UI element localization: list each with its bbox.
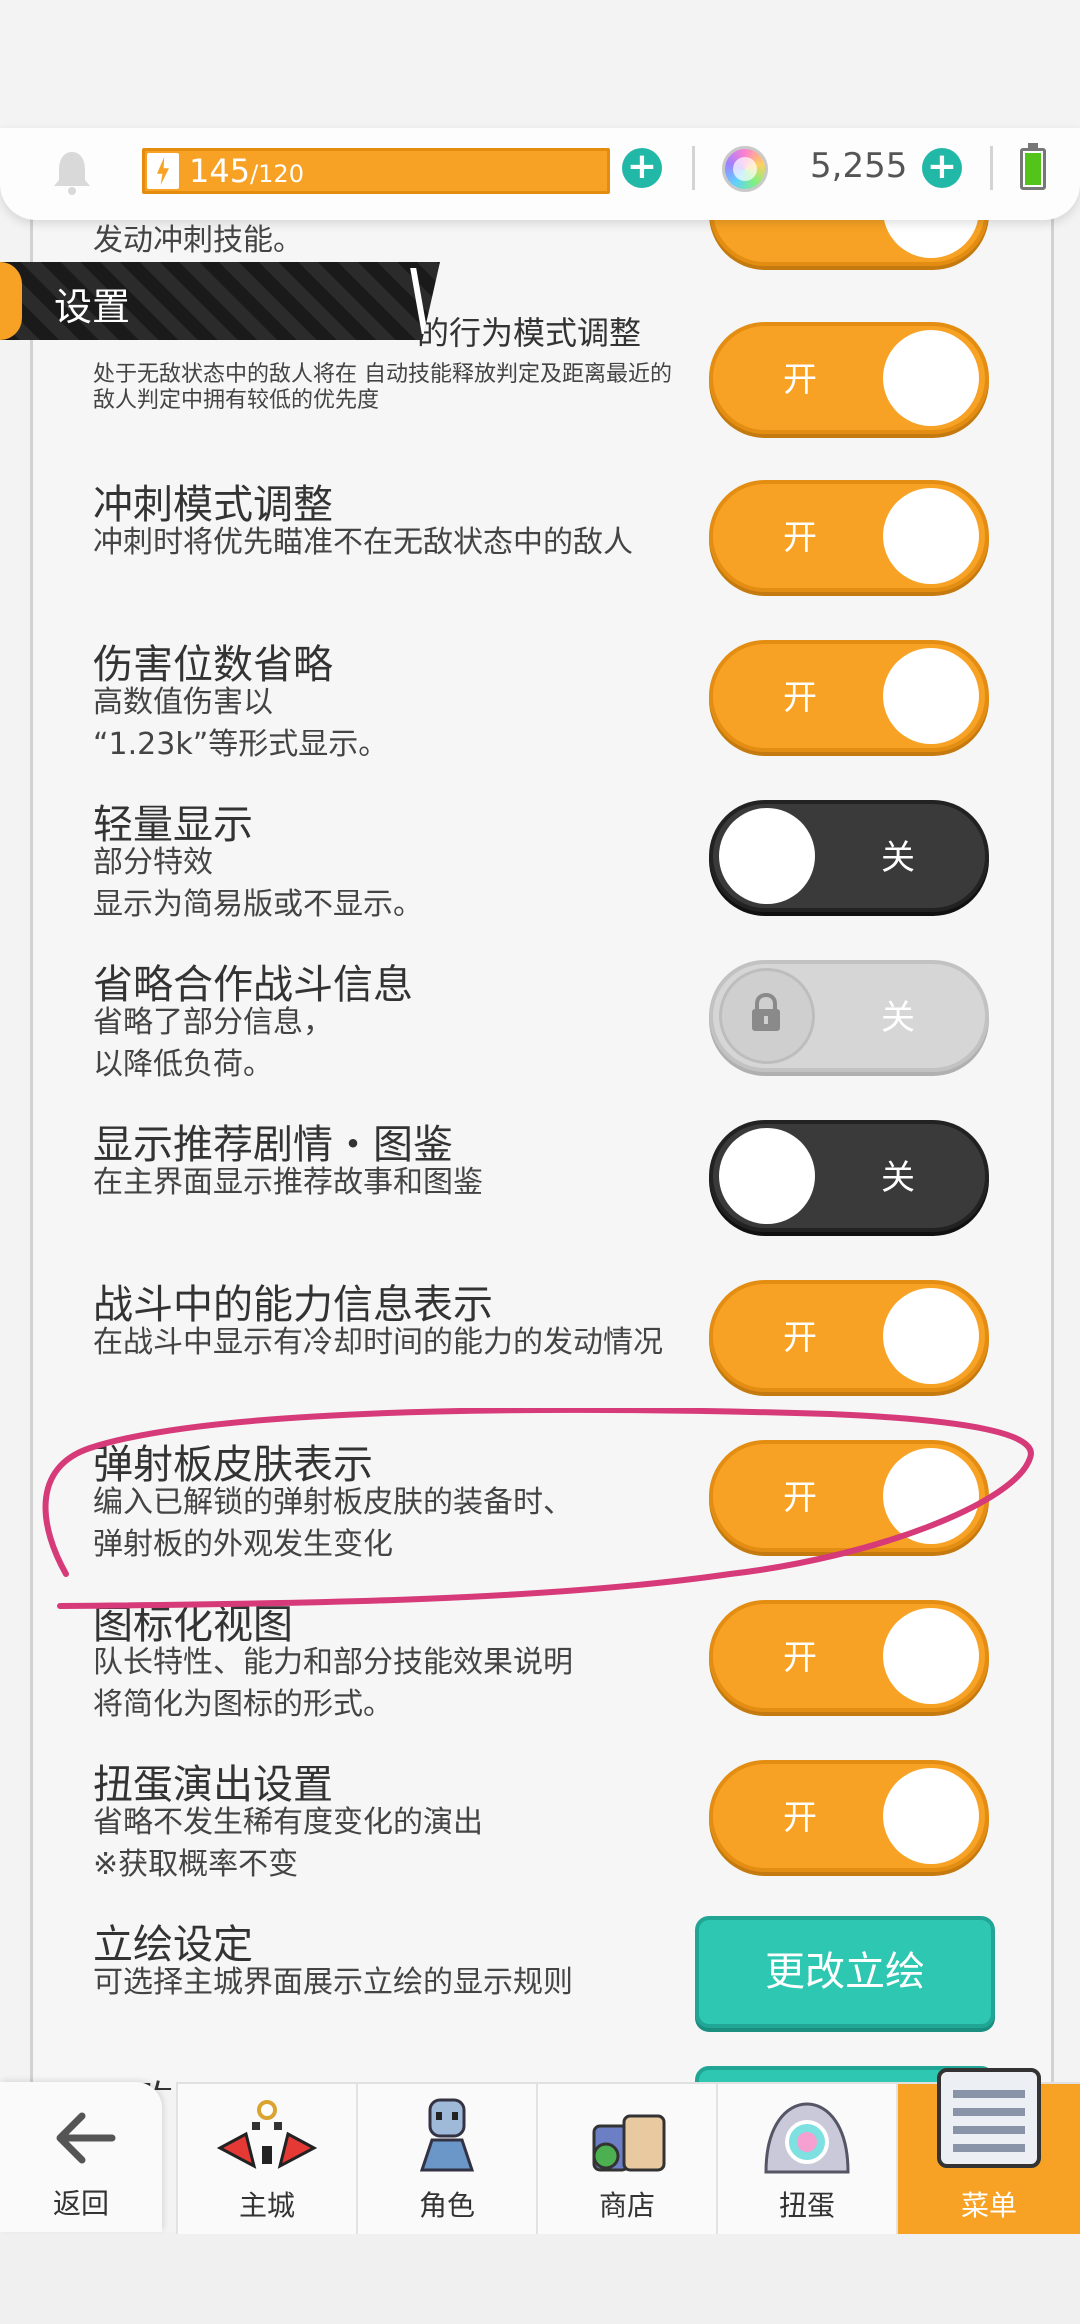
tab-shop[interactable]: 商店 <box>536 2084 716 2234</box>
gem-count: 5,255 <box>810 146 908 186</box>
tab-label: 角色 <box>418 2189 475 2222</box>
setting-row: 扭蛋演出设置 省略不发生稀有度变化的演出 ※获取概率不变 开 <box>33 1742 1051 1902</box>
bottom-nav: 返回 主城 角色 商店 扭蛋 菜单 <box>0 2068 1080 2234</box>
chevron-right-icon <box>390 268 428 334</box>
setting-desc: 编入已解锁的弹射板皮肤的装备时、 弹射板的外观发生变化 <box>93 1485 573 1562</box>
tab-characters[interactable]: 角色 <box>356 2084 536 2234</box>
character-icon <box>419 2098 475 2172</box>
toggle-knob <box>883 648 979 744</box>
setting-toggle[interactable]: 开 <box>709 480 989 592</box>
setting-desc: 部分特效 显示为简易版或不显示。 <box>93 845 423 922</box>
setting-row: 冲刺模式调整 冲刺时将优先瞄准不在无敌状态中的敌人 开 <box>33 462 1051 622</box>
toggle-knob <box>719 968 815 1064</box>
stamina-bar: 145/120 <box>142 148 610 194</box>
toggle-knob <box>883 1768 979 1864</box>
back-button[interactable]: 返回 <box>0 2082 162 2232</box>
toggle-knob <box>719 1128 815 1224</box>
toggle-label: 关 <box>881 838 915 878</box>
gem-icon <box>722 146 768 192</box>
tab-menu[interactable]: 菜单 <box>896 2068 1080 2234</box>
change-portrait-button[interactable]: 更改立绘 <box>695 1916 995 2028</box>
header-accent <box>0 262 22 340</box>
setting-row: 战斗中的能力信息表示 在战斗中显示有冷却时间的能力的发动情况 开 <box>33 1262 1051 1422</box>
setting-desc: 发动冲刺技能。 <box>93 223 303 258</box>
toggle-label: 开 <box>783 360 817 400</box>
setting-toggle[interactable]: 开 <box>709 1280 989 1392</box>
toggle-knob <box>883 1608 979 1704</box>
toggle-label: 开 <box>783 1798 817 1838</box>
setting-row: 立绘设定 可选择主城界面展示立绘的显示规则 更改立绘 <box>33 1902 1051 2062</box>
setting-row: 省略合作战斗信息 省略了部分信息， 以降低负荷。 关 <box>33 942 1051 1102</box>
back-label: 返回 <box>52 2187 109 2220</box>
page-title: 设置 <box>54 285 131 329</box>
menu-icon <box>937 2068 1041 2168</box>
toggle-knob <box>883 1288 979 1384</box>
stamina-bolt-icon <box>147 153 179 189</box>
toggle-label: 开 <box>783 1478 817 1518</box>
nav-tabs: 主城 角色 商店 扭蛋 菜单 <box>176 2068 1080 2234</box>
toggle-label: 开 <box>783 518 817 558</box>
setting-desc: 处于无敌状态中的敌人将在 自动技能释放判定及距离最近的敌人判定中拥有较低的优先度 <box>93 362 672 413</box>
setting-desc: 省略了部分信息， 以降低负荷。 <box>93 1005 333 1082</box>
shop-bag-icon <box>592 2114 666 2172</box>
setting-desc: 在战斗中显示有冷却时间的能力的发动情况 <box>93 1325 663 1360</box>
toggle-knob <box>883 1448 979 1544</box>
setting-toggle[interactable]: 关 <box>709 800 989 912</box>
add-gems-button[interactable]: + <box>922 148 962 188</box>
tab-home[interactable]: 主城 <box>176 2084 356 2234</box>
divider <box>990 146 993 190</box>
setting-title: 的行为模式调整 <box>417 314 642 352</box>
tab-gacha[interactable]: 扭蛋 <box>716 2084 896 2234</box>
setting-row: 显示推荐剧情・图鉴 在主界面显示推荐故事和图鉴 关 <box>33 1102 1051 1262</box>
divider <box>692 146 695 190</box>
setting-toggle[interactable]: 开 <box>709 1440 989 1552</box>
toggle-label: 开 <box>783 1318 817 1358</box>
setting-row: 伤害位数省略 高数值伤害以 “1.23k”等形式显示。 开 <box>33 622 1051 782</box>
gacha-orb-icon <box>764 2102 850 2174</box>
settings-list[interactable]: 发动冲刺技能。 的行为模式调整 处于无敌状态中的敌人将在 自动技能释放判定及距离… <box>30 210 1054 2090</box>
setting-toggle[interactable]: 开 <box>709 1600 989 1712</box>
toggle-label: 关 <box>881 1158 915 1198</box>
setting-desc: 在主界面显示推荐故事和图鉴 <box>93 1165 483 1200</box>
lock-icon <box>752 993 780 1031</box>
setting-desc: 高数值伤害以 “1.23k”等形式显示。 <box>93 685 389 762</box>
battery-icon <box>1020 143 1046 190</box>
resource-bar: 145/120 + 5,255 + <box>0 128 1080 220</box>
system-nav-area <box>0 2232 1080 2324</box>
tab-label: 商店 <box>598 2189 655 2222</box>
setting-desc: 可选择主城界面展示立绘的显示规则 <box>93 1965 573 2000</box>
toggle-knob <box>883 330 979 426</box>
setting-desc: 省略不发生稀有度变化的演出 ※获取概率不变 <box>93 1805 483 1882</box>
setting-row: 轻量显示 部分特效 显示为简易版或不显示。 关 <box>33 782 1051 942</box>
setting-row: 弹射板皮肤表示 编入已解锁的弹射板皮肤的装备时、 弹射板的外观发生变化 开 <box>33 1422 1051 1582</box>
tab-label: 主城 <box>238 2189 295 2222</box>
settings-header: 设置 <box>0 262 440 340</box>
setting-row: 图标化视图 队长特性、能力和部分技能效果说明 将简化为图标的形式。 开 <box>33 1582 1051 1742</box>
toggle-knob <box>883 488 979 584</box>
setting-toggle-locked: 关 <box>709 960 989 1072</box>
back-arrow-icon <box>56 2112 116 2164</box>
home-castle-icon <box>216 2100 318 2169</box>
toggle-knob <box>719 808 815 904</box>
setting-desc: 冲刺时将优先瞄准不在无敌状态中的敌人 <box>93 525 633 560</box>
tab-label: 扭蛋 <box>778 2189 835 2222</box>
stamina-value: 145/120 <box>189 152 304 190</box>
notification-bell-icon[interactable] <box>50 148 94 196</box>
setting-toggle[interactable]: 开 <box>709 1760 989 1872</box>
setting-toggle[interactable]: 开 <box>709 640 989 752</box>
setting-toggle[interactable]: 关 <box>709 1120 989 1232</box>
toggle-label: 关 <box>881 998 915 1038</box>
setting-desc: 队长特性、能力和部分技能效果说明 将简化为图标的形式。 <box>93 1645 573 1722</box>
toggle-label: 开 <box>783 678 817 718</box>
setting-toggle[interactable]: 开 <box>709 322 989 434</box>
toggle-label: 开 <box>783 1638 817 1678</box>
tab-label: 菜单 <box>960 2189 1017 2222</box>
add-stamina-button[interactable]: + <box>622 148 662 188</box>
